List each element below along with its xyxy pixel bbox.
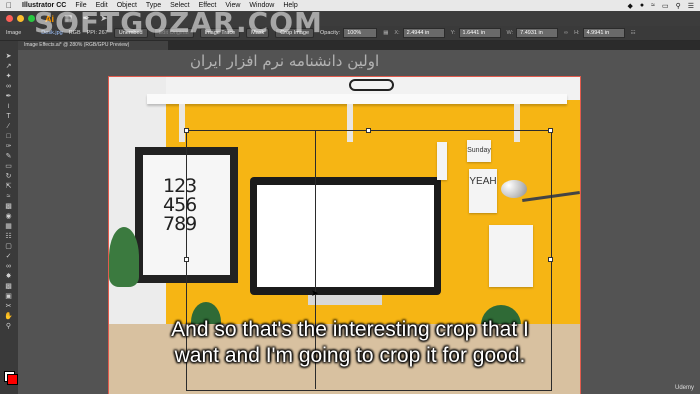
- blend-tool-icon[interactable]: ∞: [3, 263, 14, 271]
- search-icon[interactable]: ⚲: [676, 2, 681, 10]
- y-field[interactable]: 1.6441 in: [458, 28, 501, 38]
- free-transform-tool-icon[interactable]: ▩: [3, 203, 14, 211]
- slice-tool-icon[interactable]: ✂: [3, 303, 14, 311]
- close-window-icon[interactable]: [6, 15, 13, 22]
- crop-handle[interactable]: [184, 128, 189, 133]
- opacity-label: Opacity:: [320, 30, 341, 36]
- selection-tool-icon[interactable]: ➤: [3, 53, 14, 61]
- direct-selection-tool-icon[interactable]: ↗: [3, 63, 14, 71]
- crop-handle[interactable]: [366, 128, 371, 133]
- magic-wand-tool-icon[interactable]: ✦: [3, 73, 14, 81]
- x-label: X:: [394, 30, 400, 36]
- persian-watermark: اولین دانشنامه نرم افزار ایران: [190, 52, 380, 70]
- glasses: [349, 79, 394, 91]
- w-label: W:: [506, 30, 514, 36]
- graph-tool-icon[interactable]: ▩: [3, 283, 14, 291]
- perspective-grid-tool-icon[interactable]: ▦: [3, 223, 14, 231]
- battery-icon[interactable]: ▭: [662, 2, 669, 10]
- document-tab-bar: Image Effects.ai* @ 280% (RGB/GPU Previe…: [18, 41, 700, 50]
- subtitle-line-1: And so that's the interesting crop that …: [171, 318, 529, 341]
- wifi-icon[interactable]: ≈: [651, 2, 655, 10]
- gradient-tool-icon[interactable]: ▢: [3, 243, 14, 251]
- apple-icon[interactable]: : [4, 1, 14, 10]
- fern-plant: [109, 227, 139, 287]
- stroke-swatch[interactable]: [7, 374, 18, 385]
- status-icons: ◆ ● ≈ ▭ ⚲ ☰: [627, 2, 694, 10]
- line-tool-icon[interactable]: ∕: [3, 123, 14, 131]
- crop-handle[interactable]: [184, 257, 189, 262]
- mode-label: Image: [6, 30, 22, 36]
- softgozar-watermark: SOFTGOZAR.COM: [34, 6, 323, 39]
- crop-handle[interactable]: [548, 257, 553, 262]
- rotate-tool-icon[interactable]: ↻: [3, 173, 14, 181]
- h-label: H:: [574, 30, 580, 36]
- pencil-tool-icon[interactable]: ✎: [3, 153, 14, 161]
- reference-point-icon[interactable]: ▦: [383, 30, 388, 36]
- shape-builder-tool-icon[interactable]: ◉: [3, 213, 14, 221]
- pen-tool-icon[interactable]: ✒: [3, 93, 14, 101]
- list-icon[interactable]: ☰: [688, 2, 694, 10]
- h-field[interactable]: 4.9941 in: [582, 28, 625, 38]
- lasso-tool-icon[interactable]: ∞: [3, 83, 14, 91]
- w-field[interactable]: 7.4931 in: [516, 28, 559, 38]
- link-icon[interactable]: ∞: [564, 30, 568, 36]
- udemy-logo: Udemy: [674, 385, 694, 391]
- eraser-tool-icon[interactable]: ▭: [3, 163, 14, 171]
- shelf-bracket: [179, 104, 185, 142]
- symbol-sprayer-tool-icon[interactable]: ✸: [3, 273, 14, 281]
- curvature-tool-icon[interactable]: ≀: [3, 103, 14, 111]
- width-tool-icon[interactable]: ≈: [3, 193, 14, 201]
- cc-icon[interactable]: ●: [640, 2, 644, 10]
- rectangle-tool-icon[interactable]: □: [3, 133, 14, 141]
- subtitle-line-2: want and I'm going to crop it for good.: [174, 344, 526, 367]
- document-tab[interactable]: Image Effects.ai* @ 280% (RGB/GPU Previe…: [18, 41, 168, 50]
- x-field[interactable]: 2.4944 in: [402, 28, 445, 38]
- opacity-field[interactable]: 100%: [343, 28, 378, 38]
- mesh-tool-icon[interactable]: ☷: [3, 233, 14, 241]
- minimize-window-icon[interactable]: [17, 15, 24, 22]
- mouse-cursor-icon: ➤: [311, 288, 319, 298]
- artboard-tool-icon[interactable]: ▣: [3, 293, 14, 301]
- type-tool-icon[interactable]: T: [3, 113, 14, 121]
- eyedropper-tool-icon[interactable]: ✓: [3, 253, 14, 261]
- paintbrush-tool-icon[interactable]: ✑: [3, 143, 14, 151]
- transform-options-icon[interactable]: ☷: [631, 30, 636, 36]
- shelf: [147, 94, 567, 104]
- dropbox-icon[interactable]: ◆: [627, 2, 632, 10]
- window-controls: [6, 15, 35, 22]
- y-label: Y:: [450, 30, 456, 36]
- crop-handle[interactable]: [548, 128, 553, 133]
- scale-tool-icon[interactable]: ⇱: [3, 183, 14, 191]
